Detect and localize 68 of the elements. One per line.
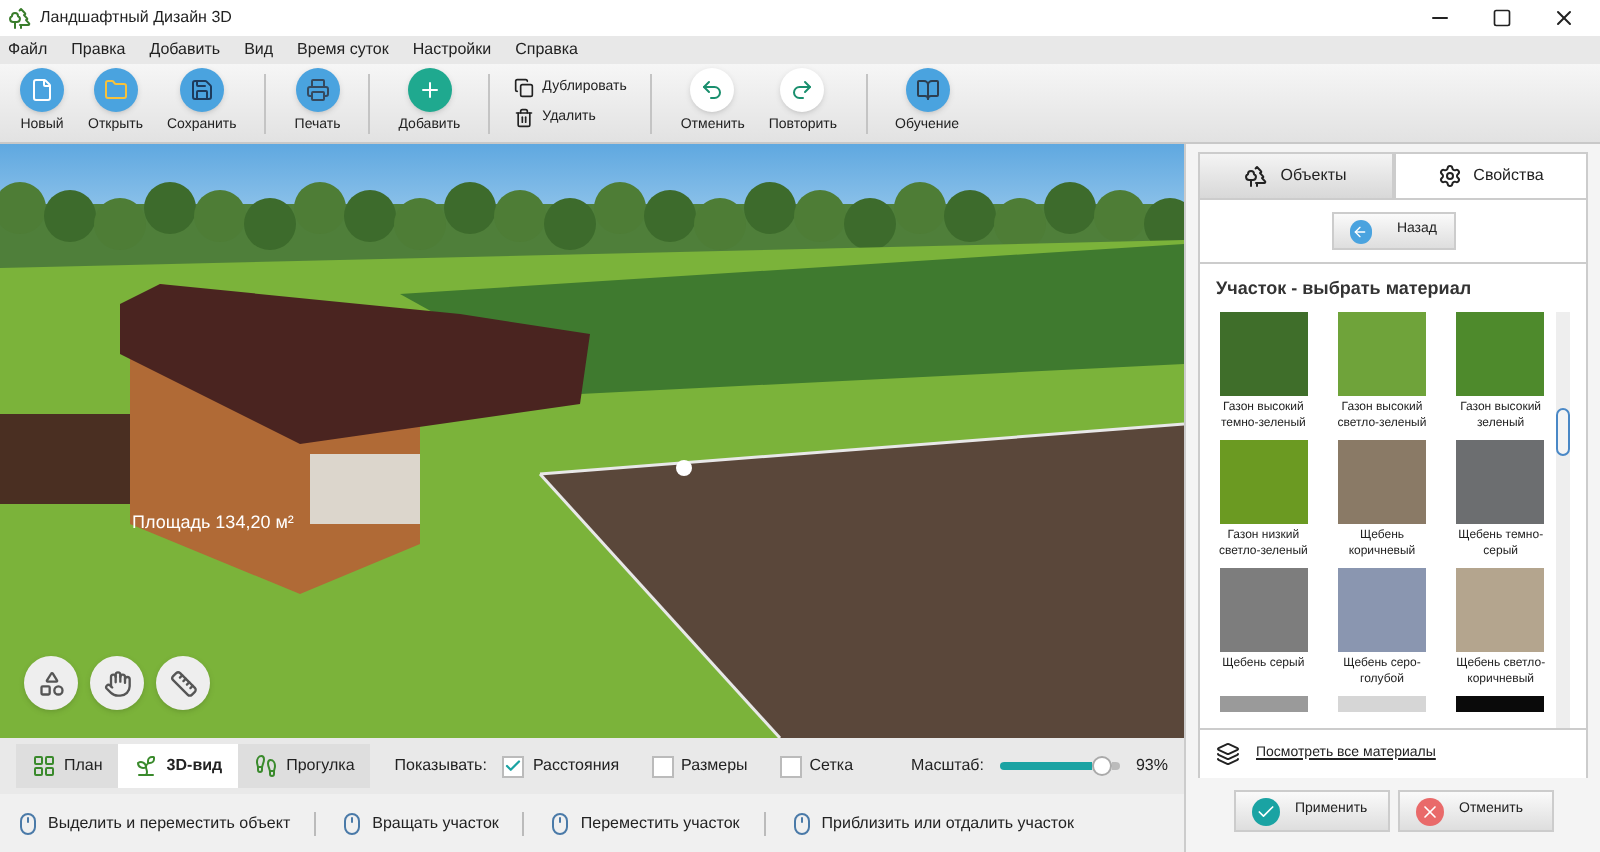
menu-item[interactable]: Правка [71, 38, 126, 62]
menu-item[interactable]: Настройки [412, 38, 492, 62]
new-file-icon [20, 68, 64, 113]
layers-icon [1216, 742, 1240, 766]
checkbox[interactable] [651, 755, 674, 777]
checkbox-label: Сетка [809, 754, 854, 778]
area-label: Площадь 134,20 м² [132, 510, 294, 536]
menu-item[interactable]: Файл [8, 38, 48, 62]
settings-icon [1437, 164, 1462, 188]
mouse-icon [789, 811, 814, 835]
status-hint: Переместить участок [580, 811, 740, 835]
checkbox[interactable] [779, 755, 802, 777]
checkbox-label: Размеры [681, 754, 748, 778]
material-swatch[interactable] [1456, 311, 1545, 395]
material-swatch[interactable] [1337, 439, 1426, 523]
status-hint: Выделить и переместить объект [48, 811, 291, 835]
status-hint: Вращать участок [372, 811, 499, 835]
check-icon [1251, 797, 1279, 825]
menu-item[interactable]: Время суток [297, 38, 389, 62]
status-hint: Приблизить или отдалить участок [821, 811, 1074, 835]
material-swatch[interactable] [1337, 311, 1426, 395]
material-swatch[interactable] [1456, 567, 1545, 651]
material-swatch[interactable] [1456, 695, 1545, 711]
zoom-slider-track [1112, 762, 1120, 770]
close-icon[interactable] [1552, 6, 1576, 30]
material-swatch[interactable] [1219, 567, 1308, 651]
materials-heading: Участок - выбрать материал [1216, 276, 1474, 302]
plus-icon [407, 68, 452, 113]
plan-grid-icon [32, 754, 56, 778]
material-swatch[interactable] [1337, 567, 1426, 651]
tree-icon [1244, 164, 1269, 188]
scrollbar[interactable] [1556, 311, 1570, 728]
material-swatch[interactable] [1456, 439, 1545, 523]
zoom-label: Масштаб: [911, 754, 984, 778]
book-icon [905, 68, 950, 113]
redo-icon [780, 68, 825, 113]
mouse-icon [340, 811, 365, 835]
material-swatch[interactable] [1219, 311, 1308, 395]
panel-tab[interactable]: Свойства [1393, 152, 1588, 200]
mouse-icon [548, 811, 573, 835]
grass-icon [134, 754, 159, 778]
trash-icon [514, 107, 535, 128]
zoom-reading: 93% [1135, 754, 1168, 778]
menu-item[interactable]: Справка [515, 38, 578, 62]
view-tab[interactable]: 3D-вид [118, 744, 239, 788]
copy-icon [514, 78, 535, 99]
material-swatch[interactable] [1337, 695, 1426, 711]
walking-person-icon [254, 754, 279, 778]
zoom-slider-thumb[interactable] [1092, 756, 1113, 776]
maximize-icon[interactable] [1492, 8, 1512, 28]
ruler-icon [169, 669, 197, 697]
printer-icon [295, 68, 340, 113]
undo-icon [690, 68, 735, 113]
window-title: Ландшафтный Дизайн 3D [40, 6, 232, 30]
checkbox-label: Расстояния [532, 754, 620, 778]
menu-item[interactable]: Вид [244, 38, 274, 62]
app-logo-icon [8, 6, 32, 30]
checkbox[interactable] [502, 755, 525, 777]
menu-item[interactable]: Добавить [149, 38, 221, 62]
cross-icon [1415, 797, 1443, 825]
hand-icon [103, 669, 131, 697]
material-swatch[interactable] [1219, 439, 1308, 523]
folder-icon [93, 68, 138, 113]
shapes-icon [37, 669, 65, 697]
panel-tab[interactable]: Объекты [1198, 152, 1393, 200]
show-label: Показывать: [394, 754, 487, 778]
material-swatch[interactable] [1219, 695, 1308, 711]
mouse-icon [16, 811, 40, 835]
